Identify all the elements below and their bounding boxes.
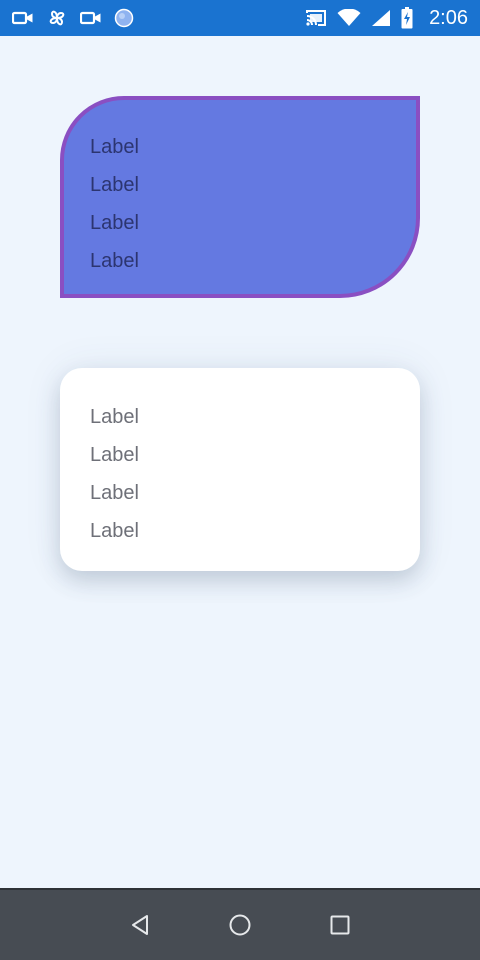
elevated-card[interactable]: Label Label Label Label: [60, 368, 420, 571]
card-label: Label: [90, 482, 139, 504]
card-label: Label: [90, 520, 139, 542]
cast-icon: [305, 9, 327, 27]
back-icon: [132, 915, 148, 935]
clock: 2:06: [429, 7, 468, 29]
cell-signal-icon: [371, 9, 391, 27]
card-label: Label: [90, 212, 139, 234]
card-label: Label: [90, 444, 139, 466]
card-label: Label: [90, 406, 139, 428]
back-button[interactable]: [120, 905, 160, 945]
battery-charging-icon: [401, 7, 413, 29]
circle-app-icon: [114, 8, 134, 28]
main-content: Label Label Label Label Label Label Labe…: [0, 36, 480, 888]
home-icon: [229, 914, 251, 936]
notification-icons: [12, 7, 134, 29]
system-icons: 2:06: [305, 0, 468, 36]
status-bar: 2:06: [0, 0, 480, 36]
card-label: Label: [90, 136, 139, 158]
video-camera-icon: [12, 10, 34, 26]
navigation-bar: [0, 888, 480, 960]
pinwheel-icon: [46, 7, 68, 29]
card-label: Label: [90, 250, 139, 272]
home-button[interactable]: [220, 905, 260, 945]
wifi-icon: [337, 9, 361, 27]
shaped-card[interactable]: Label Label Label Label: [60, 96, 420, 298]
video-camera-icon: [80, 10, 102, 26]
card-label: Label: [90, 174, 139, 196]
recents-icon: [330, 915, 350, 935]
recents-button[interactable]: [320, 905, 360, 945]
